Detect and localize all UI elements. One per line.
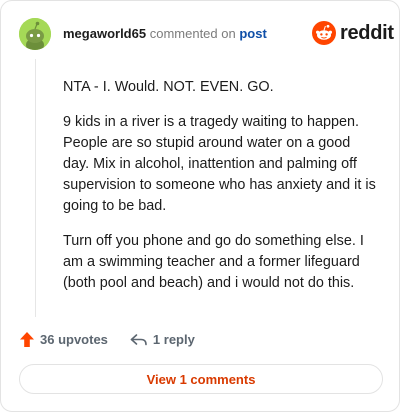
post-link[interactable]: post [239, 26, 266, 41]
comment-paragraph: Turn off you phone and go do something e… [63, 233, 364, 291]
reply-count: 1 reply [152, 332, 195, 347]
upvote-arrow-icon [20, 332, 34, 347]
action-text: commented on [149, 26, 236, 41]
comment-header: megaworld65 commented on post [63, 26, 267, 41]
snoo-avatar-icon [19, 18, 51, 50]
reddit-wordmark: reddit [340, 21, 394, 44]
upvote-button[interactable]: 36 upvotes [19, 331, 108, 348]
username-link[interactable]: megaworld65 [63, 26, 146, 41]
reddit-snoo-icon [312, 21, 336, 45]
upvote-count: 36 upvotes [40, 332, 108, 347]
reply-button[interactable]: 1 reply [130, 332, 195, 347]
view-comments-button[interactable]: View 1 comments [19, 364, 383, 394]
comment-body: NTA - I. Would. NOT. EVEN. GO. 9 kids in… [63, 77, 379, 308]
thread-line [35, 59, 36, 317]
comment-actions: 36 upvotes 1 reply [19, 331, 195, 348]
reply-arrow-icon [130, 333, 147, 345]
comment-paragraph: 9 kids in a river is a tragedy waiting t… [63, 114, 376, 214]
comment-card: megaworld65 commented on post reddit NTA… [0, 0, 400, 412]
reddit-logo[interactable]: reddit [312, 21, 394, 45]
comment-paragraph: NTA - I. Would. NOT. EVEN. GO. [63, 79, 274, 95]
user-avatar[interactable] [19, 18, 51, 50]
